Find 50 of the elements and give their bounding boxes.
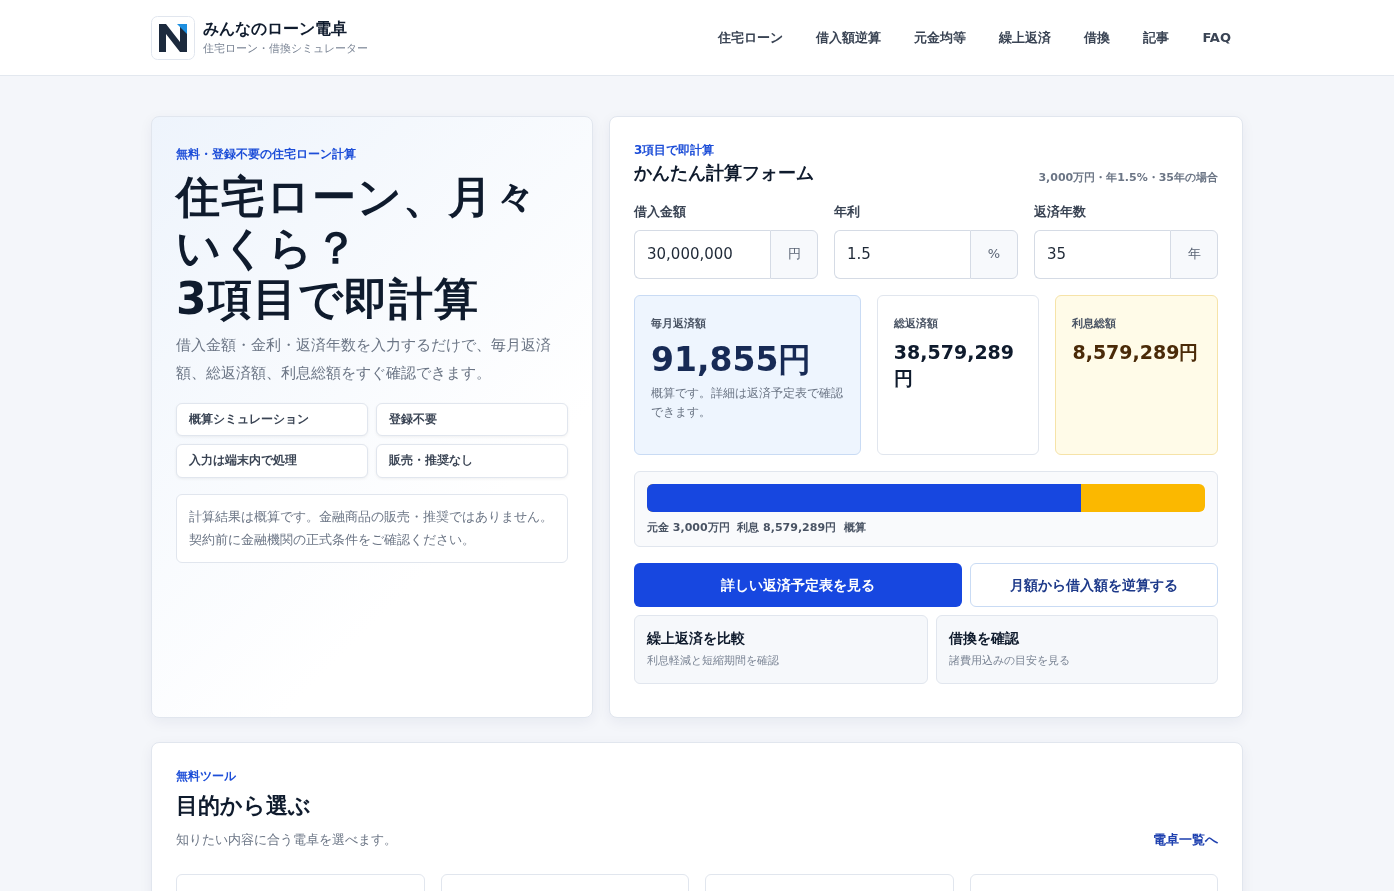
nav-link[interactable]: FAQ: [1202, 27, 1231, 48]
breakdown-caption: 元金 3,000万円 利息 8,579,289円 概算: [647, 519, 867, 536]
link-subtitle: 諸費用込みの目安を見る: [948, 653, 1071, 669]
result-value: 8,579,289円: [1072, 340, 1200, 365]
link-title: 借換を確認: [948, 629, 1020, 648]
nav-link[interactable]: 住宅ローン: [718, 27, 784, 48]
example-text: 3,000万円・年1.5%・35年の場合: [1038, 169, 1218, 186]
input-field[interactable]: 35: [1034, 229, 1170, 279]
section-description: 知りたい内容に合う電卓を選べます。: [176, 831, 397, 849]
feature-tag: 入力は端末内で処理: [176, 444, 368, 478]
schedule-button[interactable]: 詳しい返済予定表を見る: [634, 563, 962, 607]
disclaimer-text: 計算結果は概算です。金融商品の販売・推奨ではありません。契約前に金融機関の正式条件をご確認ください。: [176, 493, 568, 564]
headline: 住宅ローン、月々 いくら？ 3項目で即計算: [176, 171, 539, 325]
lead-text: 借入金額・金利・返済年数を入力するだけで、毎月返済額、総返済額、利息総額をすぐ確認できます。: [176, 336, 552, 383]
result-value: 91,855円: [651, 340, 813, 380]
form-title: かんたん計算フォーム: [634, 161, 814, 185]
result-label: 総返済額: [893, 315, 939, 332]
site-title[interactable]: みんなのローン電卓: [203, 17, 368, 42]
nav-link[interactable]: 記事: [1143, 27, 1170, 48]
unit-label: %: [970, 229, 1018, 279]
site-subtitle: 住宅ローン・借換シミュレーター: [203, 41, 368, 58]
link-card[interactable]: 借換を確認 諸費用込みの目安を見る: [935, 615, 1218, 684]
feature-tag: 概算シミュレーション: [176, 403, 368, 437]
eyebrow-text: 無料ツール: [176, 768, 237, 785]
eyebrow-text: 無料・登録不要の住宅ローン計算: [176, 146, 357, 163]
eyebrow-text: 3項目で即計算: [634, 142, 716, 159]
section-title: 目的から選ぶ: [176, 792, 312, 820]
logo-icon[interactable]: [151, 15, 195, 60]
feature-tag: 登録不要: [376, 403, 568, 437]
result-label: 毎月返済額: [651, 315, 707, 332]
nav-link[interactable]: 借換: [1084, 27, 1111, 48]
nav-link[interactable]: 元金均等: [914, 27, 967, 48]
feature-tag: 販売・推奨なし: [376, 444, 568, 478]
nav-link[interactable]: 繰上返済: [999, 27, 1052, 48]
input-field[interactable]: 1.5: [834, 229, 970, 279]
input-field[interactable]: 30,000,000: [634, 229, 770, 279]
link-subtitle: 利息軽減と短縮期間を確認: [647, 653, 780, 669]
result-note: 概算です。詳細は返済予定表で確認できます。: [651, 384, 844, 421]
reverse-calc-button[interactable]: 月額から借入額を逆算する: [969, 563, 1218, 607]
result-label: 利息総額: [1072, 315, 1118, 332]
unit-label: 円: [770, 229, 818, 279]
field-label: 返済年数: [1034, 203, 1087, 221]
field-label: 年利: [834, 203, 861, 221]
link-title: 繰上返済を比較: [647, 629, 746, 648]
result-value: 38,579,289円: [893, 340, 1016, 391]
all-calculators-link[interactable]: 電卓一覧へ: [1153, 830, 1218, 850]
nav-link[interactable]: 借入額逆算: [816, 27, 882, 48]
unit-label: 年: [1170, 229, 1218, 279]
link-card[interactable]: 繰上返済を比較 利息軽減と短縮期間を確認: [634, 615, 928, 684]
field-label: 借入金額: [634, 203, 687, 221]
